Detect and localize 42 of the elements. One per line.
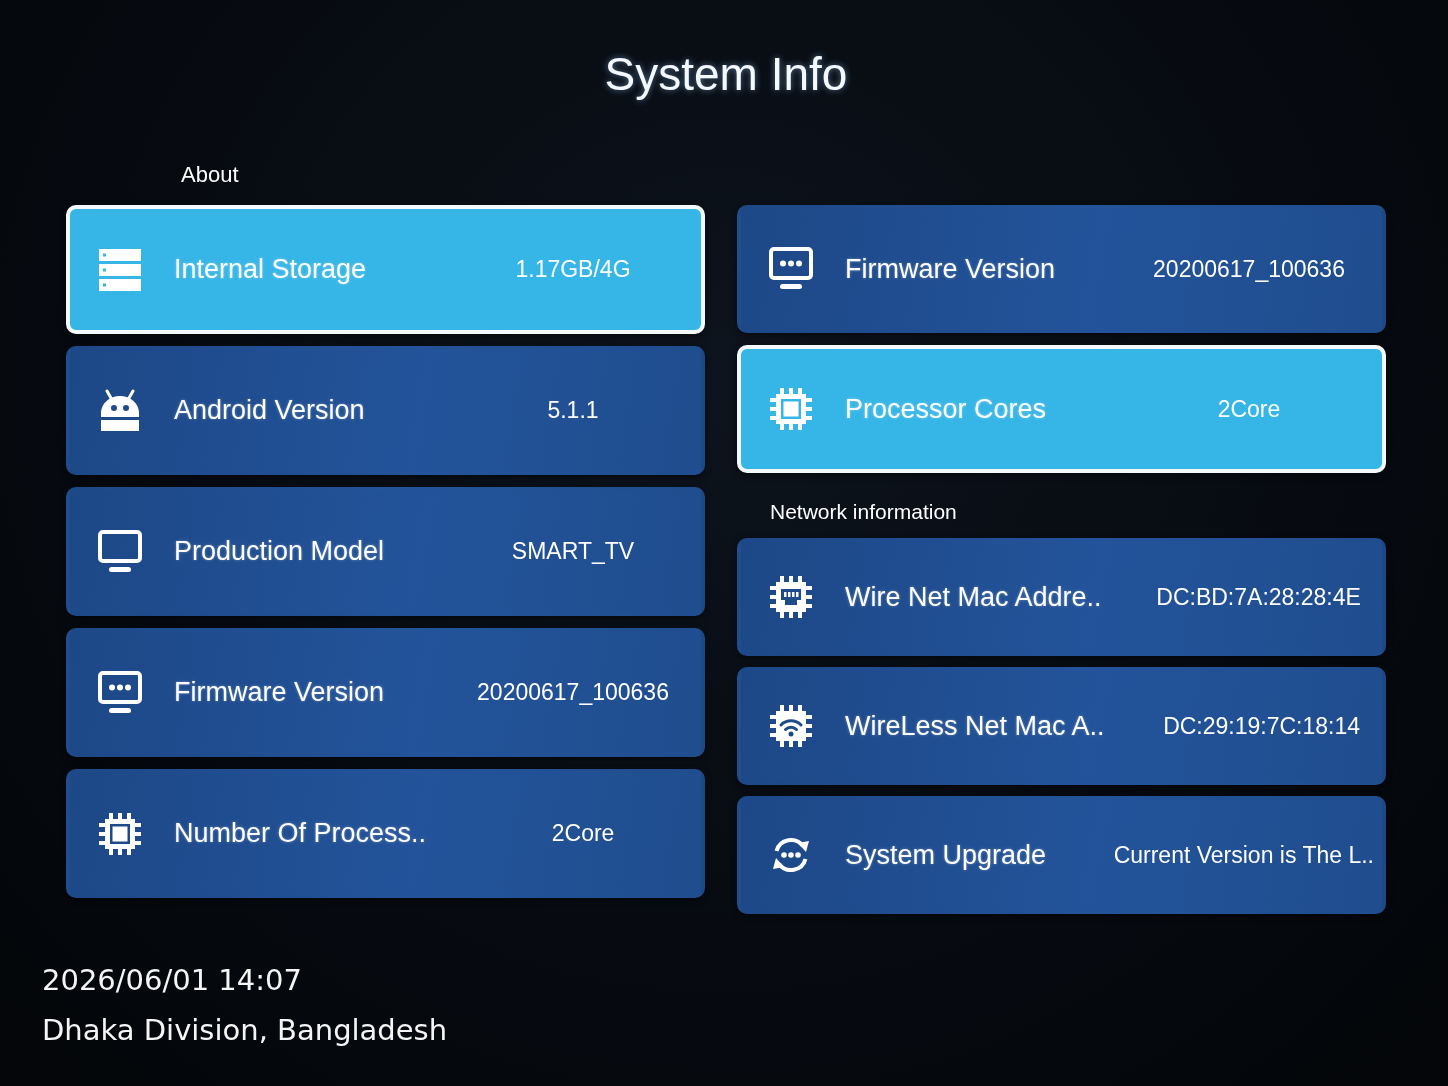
info-item[interactable]: Android Version 5.1.1 [66,346,705,475]
info-item[interactable]: Production Model SMART_TV [66,487,705,616]
monitor-dots-icon [98,670,142,715]
info-item[interactable]: System Upgrade Current Version is The L.. [737,796,1386,914]
info-item[interactable]: Firmware Version 20200617_100636 [737,205,1386,333]
chip-icon [98,811,142,856]
monitor-icon [98,529,142,574]
item-label: Internal Storage [174,254,368,285]
item-value: 20200617_100636 [1152,255,1346,283]
item-value: 20200617_100636 [476,679,670,706]
item-value: Current Version is The L.. [1113,841,1374,869]
item-value: SMART_TV [510,538,636,565]
info-item[interactable]: Wire Net Mac Addre.. DC:BD:7A:28:28:4E [737,538,1386,656]
item-label: System Upgrade [845,839,1048,871]
chip-icon [769,387,813,431]
stacked-drives-icon [98,247,142,292]
item-value: 2Core [1216,395,1282,423]
info-item[interactable]: WireLess Net Mac A.. DC:29:19:7C:18:14 [737,667,1386,785]
item-value: 1.17GB/4G [514,256,632,283]
item-value: DC:29:19:7C:18:14 [1162,712,1362,740]
page-title: System Info [603,48,849,101]
item-value: 2Core [550,820,616,847]
item-value: DC:BD:7A:28:28:4E [1155,583,1362,611]
item-label: Firmware Version [845,253,1057,285]
item-label: Android Version [174,395,366,426]
chip-port-icon [769,575,813,619]
section-heading: Network information [769,499,957,525]
photo-date-time: 2026/06/01 14:07 [42,962,302,999]
section-heading: About [180,162,239,188]
item-label: Number Of Process.. [174,818,427,849]
item-label: Production Model [174,536,386,567]
info-item[interactable]: Number Of Process.. 2Core [66,769,705,898]
monitor-dots-icon [769,247,813,291]
item-label: Processor Cores [845,393,1048,425]
robot-icon [98,388,142,433]
chip-wifi-icon [769,704,813,748]
item-label: WireLess Net Mac A.. [845,710,1105,742]
photo-location: Dhaka Division, Bangladesh [42,1012,448,1049]
item-value: 5.1.1 [546,397,600,424]
info-item[interactable]: Firmware Version 20200617_100636 [66,628,705,757]
item-label: Wire Net Mac Addre.. [845,581,1102,613]
item-label: Firmware Version [174,677,386,708]
